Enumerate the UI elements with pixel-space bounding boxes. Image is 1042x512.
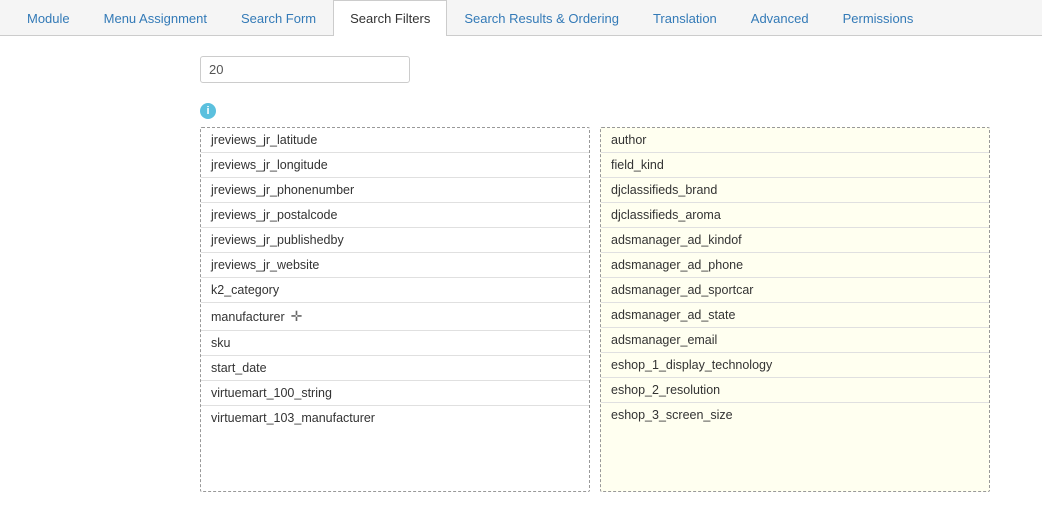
list-item-label: jreviews_jr_postalcode <box>211 208 337 222</box>
list-item[interactable]: jreviews_jr_publishedby <box>201 228 589 253</box>
drag-icon: ✛ <box>291 308 303 325</box>
list-item-label: jreviews_jr_phonenumber <box>211 183 354 197</box>
list-item[interactable]: field_kind <box>601 153 989 178</box>
list-item-label: manufacturer <box>211 310 285 324</box>
list-item-label: adsmanager_ad_sportcar <box>611 283 753 297</box>
list-item-label: virtuemart_103_manufacturer <box>211 411 375 425</box>
list-item-label: eshop_1_display_technology <box>611 358 772 372</box>
list-item[interactable]: jreviews_jr_longitude <box>201 153 589 178</box>
tab-search-results-ordering[interactable]: Search Results & Ordering <box>447 0 636 36</box>
list-item-label: djclassifieds_brand <box>611 183 717 197</box>
list-item-label: jreviews_jr_publishedby <box>211 233 344 247</box>
tab-search-filters[interactable]: Search Filters <box>333 0 447 36</box>
tab-menu-assignment[interactable]: Menu Assignment <box>87 0 224 36</box>
list-item[interactable]: virtuemart_100_string <box>201 381 589 406</box>
list-item-label: adsmanager_ad_state <box>611 308 735 322</box>
list-item-label: jreviews_jr_latitude <box>211 133 317 147</box>
list-item[interactable]: jreviews_jr_postalcode <box>201 203 589 228</box>
list-item-label: k2_category <box>211 283 279 297</box>
list-item[interactable]: adsmanager_email <box>601 328 989 353</box>
list-item-label: author <box>611 133 646 147</box>
list-item[interactable]: start_date <box>201 356 589 381</box>
list-item-label: djclassifieds_aroma <box>611 208 721 222</box>
tabs-bar: ModuleMenu AssignmentSearch FormSearch F… <box>0 0 1042 36</box>
main-content: i jreviews_jr_latitude jreviews_jr_longit… <box>0 36 1042 512</box>
list-item[interactable]: manufacturer ✛ <box>201 303 589 331</box>
info-icon: i <box>200 103 216 119</box>
list-item[interactable]: virtuemart_103_manufacturer <box>201 406 589 430</box>
list-item[interactable]: adsmanager_ad_state <box>601 303 989 328</box>
list-item[interactable]: jreviews_jr_latitude <box>201 128 589 153</box>
list-item[interactable]: author <box>601 128 989 153</box>
right-list-box[interactable]: author field_kind djclassifieds_branddjcla… <box>600 127 990 492</box>
tab-advanced[interactable]: Advanced <box>734 0 826 36</box>
list-item-label: eshop_3_screen_size <box>611 408 733 422</box>
tab-search-form[interactable]: Search Form <box>224 0 333 36</box>
list-item-label: virtuemart_100_string <box>211 386 332 400</box>
info-text-row: i <box>200 103 1022 119</box>
list-item-label: sku <box>211 336 230 350</box>
search-filters-label <box>20 103 200 107</box>
list-item[interactable]: eshop_1_display_technology <box>601 353 989 378</box>
list-item[interactable]: adsmanager_ad_sportcar <box>601 278 989 303</box>
tab-translation[interactable]: Translation <box>636 0 734 36</box>
list-item[interactable]: eshop_2_resolution <box>601 378 989 403</box>
search-filters-row: i jreviews_jr_latitude jreviews_jr_longit… <box>20 103 1022 492</box>
list-item[interactable]: djclassifieds_brand <box>601 178 989 203</box>
list-item[interactable]: jreviews_jr_website <box>201 253 589 278</box>
list-item[interactable]: jreviews_jr_phonenumber <box>201 178 589 203</box>
terms-size-input[interactable] <box>200 56 410 83</box>
list-item-label: adsmanager_ad_kindof <box>611 233 742 247</box>
list-item-label: start_date <box>211 361 267 375</box>
terms-size-row <box>20 56 1022 83</box>
list-item-label: eshop_2_resolution <box>611 383 720 397</box>
left-list-box[interactable]: jreviews_jr_latitude jreviews_jr_longitud… <box>200 127 590 492</box>
list-item[interactable]: k2_category <box>201 278 589 303</box>
filters-content: i jreviews_jr_latitude jreviews_jr_longit… <box>200 103 1022 492</box>
list-item[interactable]: djclassifieds_aroma <box>601 203 989 228</box>
list-item-label: field_kind <box>611 158 664 172</box>
list-item[interactable]: eshop_3_screen_size <box>601 403 989 427</box>
list-item[interactable]: adsmanager_ad_kindof <box>601 228 989 253</box>
dual-list: jreviews_jr_latitude jreviews_jr_longitud… <box>200 127 1022 492</box>
list-item-label: jreviews_jr_website <box>211 258 319 272</box>
list-item-label: adsmanager_email <box>611 333 717 347</box>
list-item-label: jreviews_jr_longitude <box>211 158 328 172</box>
tab-permissions[interactable]: Permissions <box>826 0 931 36</box>
tab-module[interactable]: Module <box>10 0 87 36</box>
list-item[interactable]: adsmanager_ad_phone <box>601 253 989 278</box>
list-item[interactable]: sku <box>201 331 589 356</box>
list-item-label: adsmanager_ad_phone <box>611 258 743 272</box>
